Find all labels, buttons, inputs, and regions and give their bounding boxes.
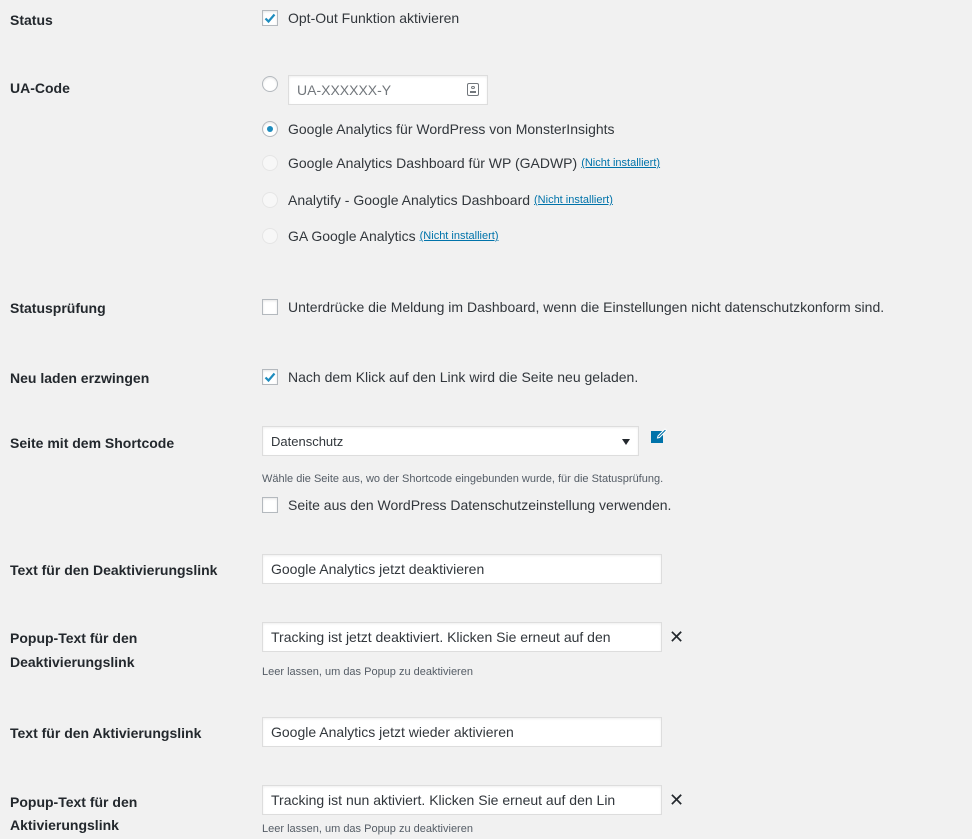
force-reload-checkbox-label: Nach dem Klick auf den Link wird die Sei… bbox=[288, 369, 639, 385]
not-installed-link[interactable]: (Nicht installiert) bbox=[581, 157, 660, 169]
deactivate-link-text-input[interactable]: Google Analytics jetzt deaktivieren bbox=[262, 554, 662, 584]
status-check-checkbox[interactable] bbox=[262, 299, 278, 315]
status-check-checkbox-label: Unterdrücke die Meldung im Dashboard, we… bbox=[288, 299, 885, 315]
activate-link-text-value: Google Analytics jetzt wieder aktivieren bbox=[271, 724, 514, 740]
status-label: Status bbox=[10, 12, 53, 28]
status-option[interactable]: Opt-Out Funktion aktivieren bbox=[262, 10, 459, 26]
ua-code-label: UA-Code bbox=[10, 80, 70, 96]
ua-option-monsterinsights-radio[interactable] bbox=[262, 121, 278, 137]
activate-popup-help: Leer lassen, um das Popup zu deaktiviere… bbox=[262, 823, 473, 835]
wp-privacy-page-checkbox[interactable] bbox=[262, 497, 278, 513]
ua-option-ga-radio bbox=[262, 228, 278, 244]
ua-code-input[interactable]: UA-XXXXXX-Y bbox=[288, 75, 488, 105]
ua-option-monsterinsights[interactable]: Google Analytics für WordPress von Monst… bbox=[262, 121, 615, 137]
deactivate-popup-label-line1: Popup-Text für den bbox=[10, 630, 138, 646]
deactivate-link-text-value: Google Analytics jetzt deaktivieren bbox=[271, 561, 485, 577]
force-reload-checkbox[interactable] bbox=[262, 369, 278, 385]
ua-option-label: GA Google Analytics bbox=[288, 228, 416, 244]
activate-link-text-input[interactable]: Google Analytics jetzt wieder aktivieren bbox=[262, 717, 662, 747]
force-reload-option[interactable]: Nach dem Klick auf den Link wird die Sei… bbox=[262, 369, 638, 385]
dropdown-arrow-icon bbox=[622, 439, 630, 445]
activate-link-text-label: Text für den Aktivierungslink bbox=[10, 725, 202, 741]
activate-popup-label-line1: Popup-Text für den bbox=[10, 794, 138, 810]
shortcode-page-help: Wähle die Seite aus, wo der Shortcode ei… bbox=[262, 473, 664, 485]
ua-code-placeholder: UA-XXXXXX-Y bbox=[297, 82, 392, 98]
ua-option-label: Analytify - Google Analytics Dashboard bbox=[288, 192, 531, 208]
contact-card-icon bbox=[467, 83, 479, 96]
deactivate-popup-help: Leer lassen, um das Popup zu deaktiviere… bbox=[262, 666, 473, 678]
checkmark-icon bbox=[264, 13, 276, 24]
ua-option-gadwp: Google Analytics Dashboard für WP (GADWP… bbox=[262, 155, 660, 171]
clear-deactivate-popup-icon[interactable]: ✕ bbox=[669, 628, 684, 646]
shortcode-page-select[interactable]: Datenschutz bbox=[262, 426, 639, 456]
not-installed-link[interactable]: (Nicht installiert) bbox=[534, 194, 613, 206]
deactivate-popup-value: Tracking ist jetzt deaktiviert. Klicken … bbox=[271, 629, 611, 645]
ua-code-custom-radio[interactable] bbox=[262, 76, 278, 92]
activate-popup-label: Popup-Text für den Aktivierungslink bbox=[10, 792, 137, 835]
not-installed-link[interactable]: (Nicht installiert) bbox=[420, 230, 499, 242]
shortcode-page-label: Seite mit dem Shortcode bbox=[10, 435, 175, 451]
deactivate-link-text-label: Text für den Deaktivierungslink bbox=[10, 562, 218, 578]
ua-option-gadwp-radio bbox=[262, 155, 278, 171]
status-check-label: Statusprüfung bbox=[10, 300, 106, 316]
clear-activate-popup-icon[interactable]: ✕ bbox=[669, 791, 684, 809]
ua-option-label: Google Analytics für WordPress von Monst… bbox=[288, 121, 615, 137]
activate-popup-label-line2: Aktivierungslink bbox=[10, 817, 119, 833]
status-checkbox-label: Opt-Out Funktion aktivieren bbox=[288, 10, 460, 26]
wp-privacy-page-option[interactable]: Seite aus den WordPress Datenschutzeinst… bbox=[262, 497, 671, 513]
deactivate-popup-label: Popup-Text für den Deaktivierungslink bbox=[10, 628, 137, 672]
ua-option-label: Google Analytics Dashboard für WP (GADWP… bbox=[288, 155, 578, 171]
activate-popup-input[interactable]: Tracking ist nun aktiviert. Klicken Sie … bbox=[262, 785, 662, 815]
deactivate-popup-input[interactable]: Tracking ist jetzt deaktiviert. Klicken … bbox=[262, 622, 662, 652]
deactivate-popup-label-line2: Deaktivierungslink bbox=[10, 654, 135, 670]
shortcode-page-selected: Datenschutz bbox=[271, 433, 344, 449]
checkmark-icon bbox=[264, 372, 276, 383]
ua-option-analytify-radio bbox=[262, 192, 278, 208]
ua-option-ga-google-analytics: GA Google Analytics (Nicht installiert) bbox=[262, 228, 499, 244]
status-checkbox[interactable] bbox=[262, 10, 278, 26]
activate-popup-value: Tracking ist nun aktiviert. Klicken Sie … bbox=[271, 792, 616, 808]
edit-icon[interactable] bbox=[650, 427, 668, 444]
status-check-option[interactable]: Unterdrücke die Meldung im Dashboard, we… bbox=[262, 299, 884, 315]
ua-code-custom-option[interactable] bbox=[262, 76, 278, 92]
wp-privacy-page-checkbox-label: Seite aus den WordPress Datenschutzeinst… bbox=[288, 497, 672, 513]
force-reload-label: Neu laden erzwingen bbox=[10, 370, 150, 386]
ua-option-analytify: Analytify - Google Analytics Dashboard (… bbox=[262, 192, 613, 208]
